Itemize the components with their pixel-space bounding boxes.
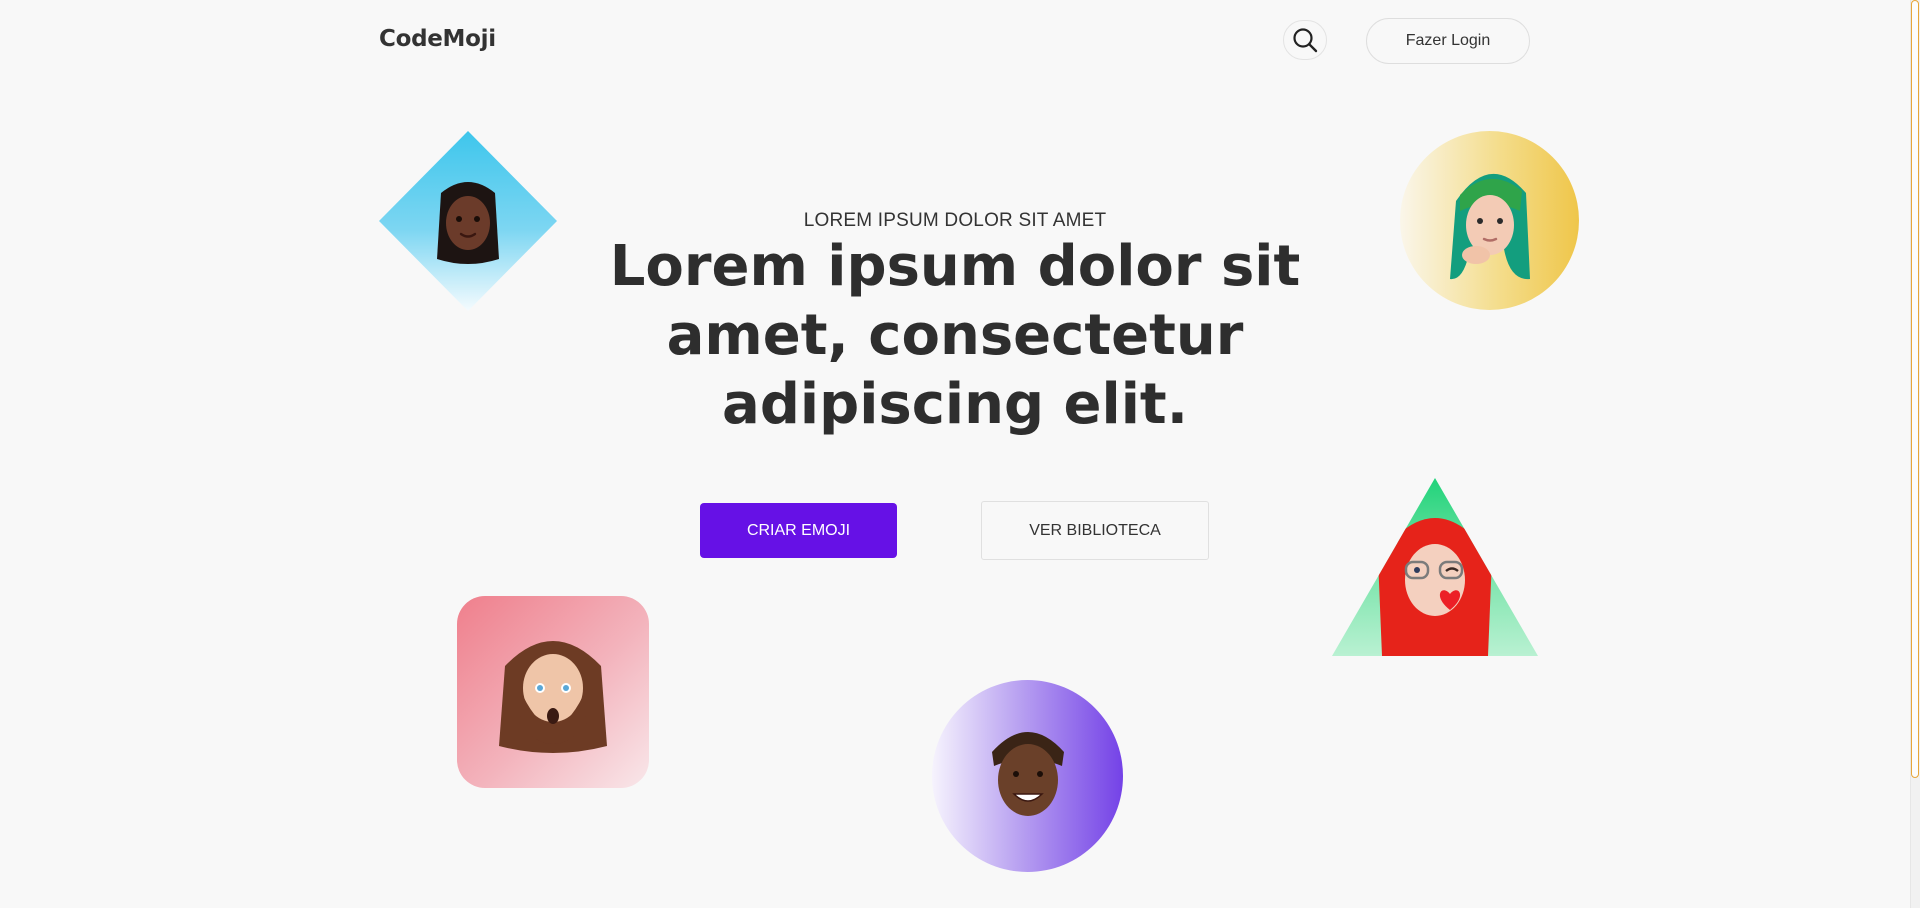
memoji-man-beard-surprised-icon bbox=[499, 641, 607, 753]
avatar-triangle-green bbox=[1332, 478, 1538, 656]
memoji-woman-green-hair-icon bbox=[1450, 173, 1530, 280]
view-library-button[interactable]: VER BIBLIOTECA bbox=[981, 501, 1209, 560]
site-header: CodeMoji Fazer Login bbox=[0, 0, 1920, 84]
memoji-woman-long-dark-hair-icon bbox=[437, 182, 499, 264]
memoji-woman-red-hair-glasses-icon bbox=[1378, 518, 1492, 656]
search-icon bbox=[1293, 28, 1318, 53]
scrollbar-thumb[interactable] bbox=[1911, 0, 1919, 778]
avatar-square-pink bbox=[457, 596, 649, 788]
logo[interactable]: CodeMoji bbox=[379, 26, 496, 52]
avatar-circle-yellow bbox=[1400, 131, 1579, 310]
search-button[interactable] bbox=[1283, 20, 1327, 60]
avatar-diamond-blue bbox=[379, 131, 557, 311]
memoji-man-curly-hair-icon bbox=[992, 732, 1064, 816]
create-emoji-button[interactable]: CRIAR EMOJI bbox=[700, 503, 897, 558]
hero-headline: Lorem ipsum dolor sit amet, consectetur … bbox=[609, 234, 1301, 437]
login-button[interactable]: Fazer Login bbox=[1366, 18, 1530, 64]
scrollbar[interactable] bbox=[1910, 0, 1920, 908]
avatar-circle-purple bbox=[932, 680, 1123, 872]
hero-eyebrow: LOREM IPSUM DOLOR SIT AMET bbox=[803, 210, 1107, 231]
